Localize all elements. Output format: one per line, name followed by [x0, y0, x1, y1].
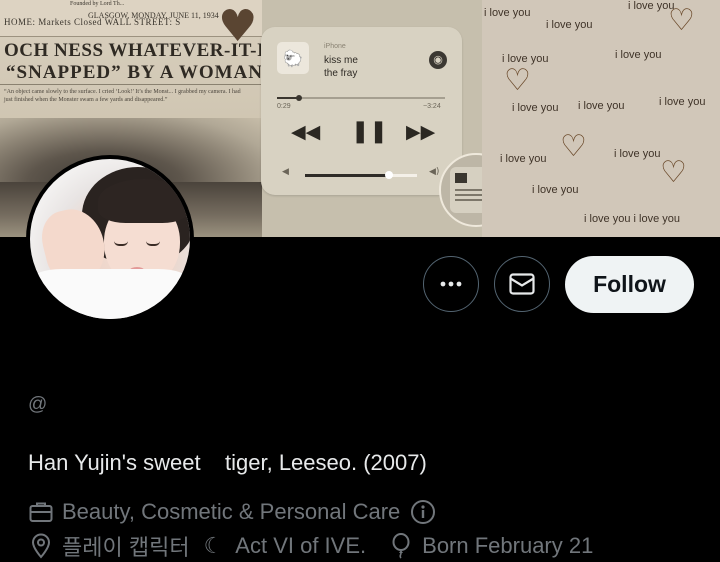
album-art-sheep-icon: 🐑 — [277, 42, 309, 74]
more-button[interactable] — [423, 256, 479, 312]
player-song-title: kiss me — [324, 55, 358, 66]
player-artist: the fray — [324, 68, 358, 79]
player-remaining: −3:24 — [423, 103, 441, 110]
love-text: i love you — [532, 184, 579, 196]
heart-doodle-icon: ♡ — [504, 63, 531, 98]
heart-doodle-icon: ♡ — [560, 129, 587, 164]
profile-category[interactable]: Beauty, Cosmetic & Personal Care — [62, 499, 400, 525]
player-volume-knob — [385, 171, 393, 179]
rewind-icon: ◀◀ — [291, 121, 321, 143]
profile-location: 플레이 캡릭터 — [62, 535, 190, 560]
profile-birthday: Born February 21 — [422, 533, 594, 558]
more-horizontal-icon — [440, 281, 462, 287]
heart-doodle-icon: ♡ — [668, 3, 695, 38]
heart-doodle-icon: ♡ — [660, 155, 687, 190]
player-elapsed: 0:29 — [277, 103, 291, 110]
music-player-widget: 🐑 iPhone kiss me the fray ◉ 0:29 −3:24 ◀… — [261, 27, 462, 195]
balloon-icon — [388, 533, 414, 559]
love-text: i love you — [615, 49, 662, 61]
player-source: iPhone — [324, 43, 346, 50]
briefcase-icon — [28, 499, 54, 525]
profile-info-row: 플레이 캡릭터 ☾ Act VI of IVE. Born February 2… — [28, 530, 593, 562]
banner-love-notes: i love you i love you i love you ♡ i lov… — [482, 0, 720, 237]
avatar-photo — [30, 159, 190, 319]
message-button[interactable] — [494, 256, 550, 312]
newspaper-body: “An object came slowly to the surface. I… — [4, 89, 241, 103]
newspaper-tiny-top: Founded by Lord Th... — [70, 1, 125, 7]
follow-button[interactable]: Follow — [565, 256, 694, 313]
love-text: i love you — [546, 19, 593, 31]
envelope-icon — [509, 273, 535, 295]
info-icon[interactable] — [410, 499, 436, 525]
volume-low-icon: ◀ — [282, 167, 289, 177]
profile-category-row: Beauty, Cosmetic & Personal Care — [28, 499, 444, 525]
love-text: i love you — [512, 102, 559, 114]
player-progress-bar — [277, 95, 445, 101]
newspaper-headline-2: “SNAPPED” BY A WOMAN — [6, 62, 263, 83]
profile-avatar[interactable] — [26, 155, 194, 323]
profile-tagline: Act VI of IVE. — [235, 533, 367, 558]
newspaper-sections: HOME: Markets Closed WALL STREET: S — [4, 17, 181, 27]
newspaper-rule — [0, 84, 262, 85]
love-text: i love you — [578, 100, 625, 112]
heart-sticker-icon: ♥ — [218, 1, 258, 52]
profile-handle[interactable]: @ — [28, 394, 47, 416]
airplay-icon: ◉ — [429, 51, 447, 69]
fast-forward-icon: ▶▶ — [406, 121, 436, 143]
love-text: i love you — [500, 153, 547, 165]
love-text: i love you — [659, 96, 706, 108]
love-text: i love you — [484, 7, 531, 19]
profile-bio: Han Yujin's sweet tiger, Leeseo. (2007) — [28, 450, 427, 475]
love-text: i love you — [614, 148, 661, 160]
love-text-double: i love you i love you — [584, 213, 680, 225]
moon-icon: ☾ — [203, 533, 224, 559]
player-progress-knob — [295, 95, 302, 101]
player-volume-bar — [305, 171, 417, 179]
location-pin-icon — [28, 533, 54, 559]
volume-high-icon: ◀) — [429, 167, 440, 177]
pause-icon: ❚❚ — [351, 119, 388, 144]
